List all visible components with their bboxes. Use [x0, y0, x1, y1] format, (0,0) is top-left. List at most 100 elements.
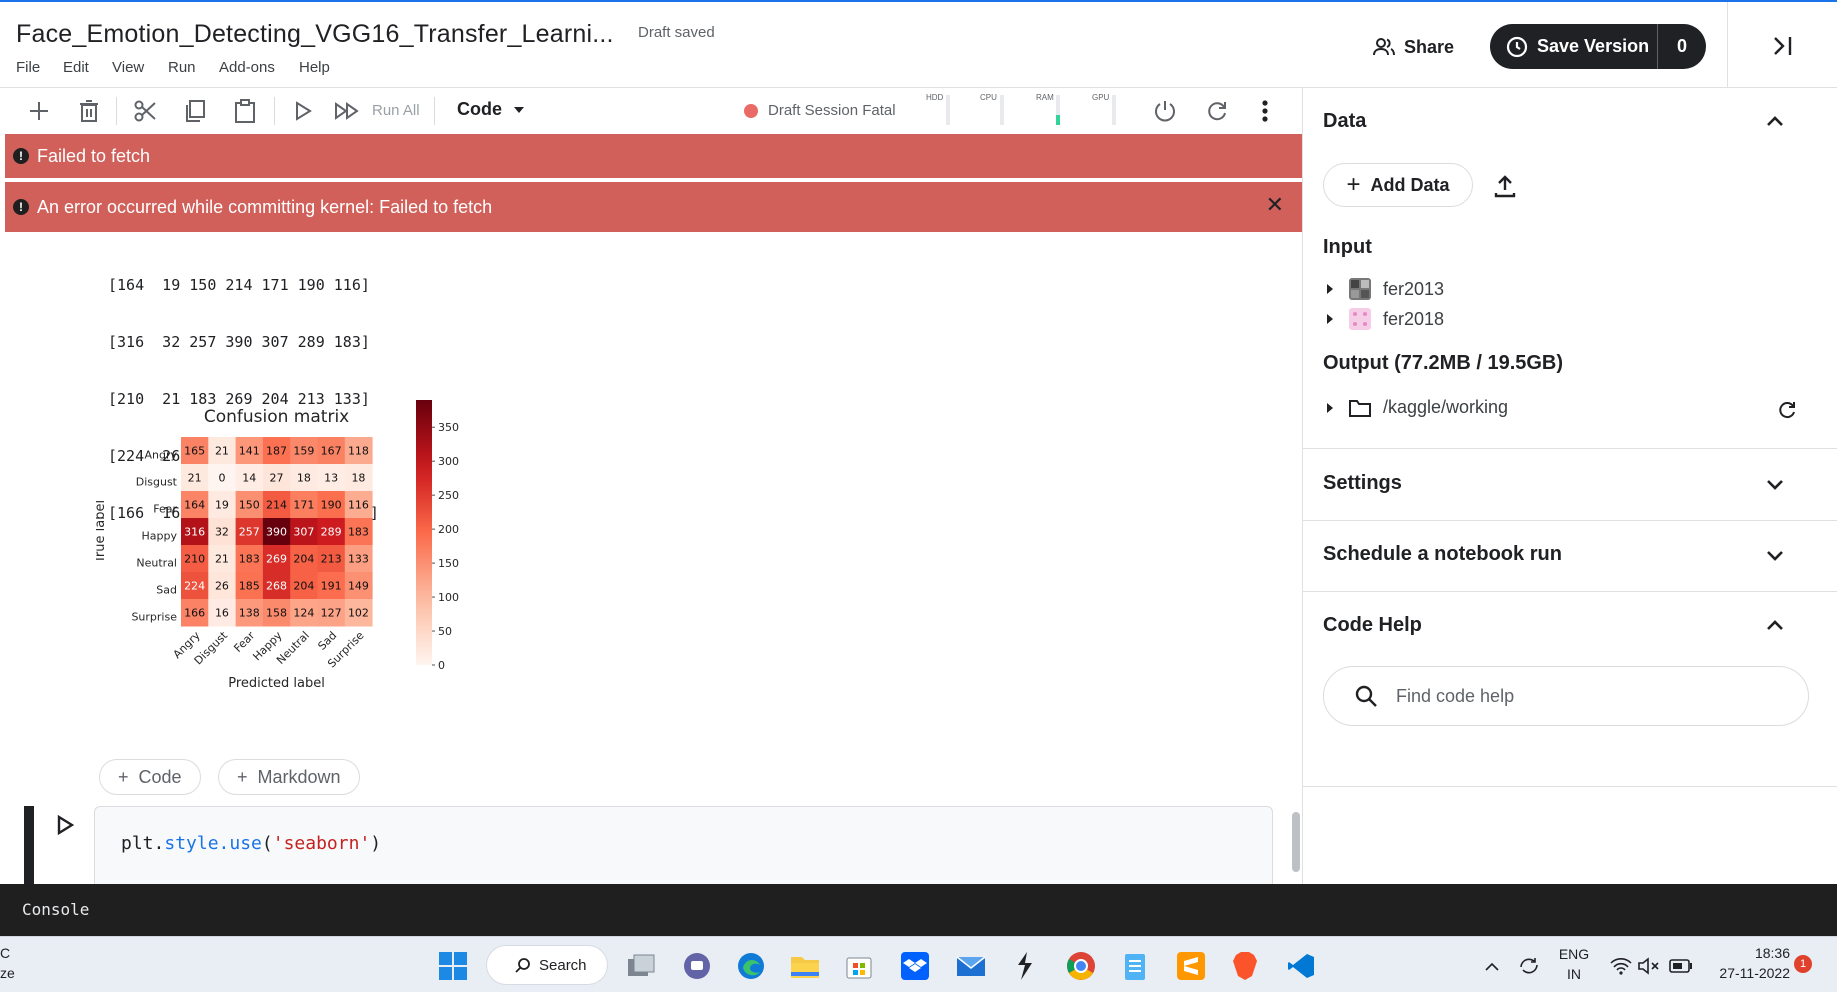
show-hidden-icons[interactable]: [1482, 949, 1502, 983]
notebook-header: Face_Emotion_Detecting_VGG16_Transfer_Le…: [0, 0, 1837, 90]
save-version-label: Save Version: [1537, 36, 1650, 56]
run-all-label[interactable]: Run All: [372, 102, 420, 119]
microsoft-store-icon[interactable]: [842, 949, 876, 983]
menu-add-ons[interactable]: Add-ons: [219, 59, 275, 76]
output-item-working[interactable]: /kaggle/working: [1327, 397, 1508, 418]
mail-icon[interactable]: [954, 949, 988, 983]
chevron-down-icon[interactable]: [1763, 472, 1787, 496]
input-item-fer2018[interactable]: fer2018: [1327, 308, 1444, 330]
plus-icon: +: [1346, 171, 1361, 198]
clock-date[interactable]: 27-11-2022: [1700, 965, 1790, 981]
session-status[interactable]: Draft Session Fatal: [744, 102, 896, 119]
volume-muted-icon[interactable]: [1632, 949, 1666, 983]
notepad-icon[interactable]: [1118, 949, 1152, 983]
clock-time[interactable]: 18:36: [1700, 945, 1790, 961]
heatmap-value-label: 213: [321, 553, 342, 566]
menu-run[interactable]: Run: [168, 59, 196, 76]
add-code-cell-button[interactable]: + Code: [99, 759, 201, 795]
notebook-scrollbar[interactable]: [1292, 812, 1300, 872]
heatmap-value-label: 124: [293, 607, 314, 620]
heatmap-value-label: 138: [239, 607, 260, 620]
code-cell-editor[interactable]: plt.style.use('seaborn'): [94, 806, 1273, 884]
input-heading: Input: [1323, 236, 1372, 258]
sublime-text-icon[interactable]: [1174, 949, 1208, 983]
battery-icon[interactable]: [1664, 949, 1698, 983]
input-item-fer2013[interactable]: fer2013: [1327, 278, 1444, 300]
search-icon: [1355, 685, 1377, 707]
notebook-toolbar: Run All Code Draft Session Fatal HDD CPU…: [0, 88, 1302, 132]
cpu-meter: CPU: [980, 93, 1010, 127]
collapse-right-icon: [1773, 37, 1791, 55]
start-icon[interactable]: [436, 949, 470, 983]
notification-badge[interactable]: 1: [1794, 955, 1812, 973]
heatmap-value-label: 149: [348, 580, 369, 593]
sync-icon[interactable]: [1512, 949, 1546, 983]
edge-browser-icon[interactable]: [734, 949, 768, 983]
output-heading: Output (77.2MB / 19.5GB): [1323, 352, 1564, 374]
share-button[interactable]: Share: [1372, 30, 1454, 64]
run-cell-button[interactable]: [56, 814, 76, 839]
chrome-icon[interactable]: [1064, 949, 1098, 983]
code-line[interactable]: plt.style.use('seaborn'): [121, 833, 381, 854]
heatmap-value-label: 133: [348, 553, 369, 566]
heatmap-value-label: 164: [184, 499, 205, 512]
add-cell-icon[interactable]: [26, 98, 52, 124]
language-indicator[interactable]: ENG: [1554, 946, 1594, 962]
code-help-placeholder: Find code help: [1396, 685, 1515, 706]
taskbar-edge-text: C: [0, 945, 11, 961]
unity-app-icon[interactable]: [1008, 949, 1042, 983]
colorbar-tick-label: 0: [438, 659, 445, 672]
schedule-heading[interactable]: Schedule a notebook run: [1323, 543, 1562, 566]
cell-type-select[interactable]: Code: [457, 99, 524, 120]
y-tick-label: Neutral: [136, 557, 177, 570]
settings-heading[interactable]: Settings: [1323, 472, 1402, 495]
kernel-error-text: An error occurred while committing kerne…: [37, 196, 493, 217]
add-data-button[interactable]: + Add Data: [1323, 163, 1473, 207]
colorbar-tick-label: 200: [438, 523, 459, 536]
menu-edit[interactable]: Edit: [63, 59, 89, 76]
chevron-down-icon[interactable]: [1763, 543, 1787, 567]
version-count[interactable]: 0: [1658, 36, 1706, 57]
code-help-search-input[interactable]: Find code help: [1323, 666, 1809, 726]
run-all-icon[interactable]: [334, 98, 360, 124]
more-options-icon[interactable]: [1252, 98, 1278, 124]
expand-icon: [1327, 314, 1333, 324]
copy-icon[interactable]: [182, 98, 208, 124]
task-view-icon[interactable]: [624, 949, 658, 983]
menu-file[interactable]: File: [16, 59, 40, 76]
vscode-icon[interactable]: [1284, 949, 1318, 983]
save-version-button[interactable]: Save Version 0: [1490, 24, 1706, 69]
cut-icon[interactable]: [132, 98, 158, 124]
notebook-title[interactable]: Face_Emotion_Detecting_VGG16_Transfer_Le…: [16, 20, 614, 49]
play-icon: [57, 814, 75, 836]
close-icon[interactable]: ✕: [1266, 192, 1284, 218]
refresh-icon[interactable]: [1777, 400, 1797, 420]
file-explorer-icon[interactable]: [788, 949, 822, 983]
add-markdown-cell-button[interactable]: + Markdown: [218, 759, 360, 795]
x-tick-label: Sad: [315, 629, 339, 653]
dropbox-icon[interactable]: [898, 949, 932, 983]
menu-help[interactable]: Help: [299, 59, 330, 76]
fetch-error-text: Failed to fetch: [37, 145, 151, 166]
hdd-meter: HDD: [926, 93, 956, 127]
menu-view[interactable]: View: [112, 59, 144, 76]
run-cell-icon[interactable]: [290, 98, 316, 124]
teams-chat-icon[interactable]: [680, 949, 714, 983]
taskbar-search-button[interactable]: Search: [486, 945, 608, 985]
power-icon[interactable]: [1152, 98, 1178, 124]
windows-taskbar: C ze Search ENG IN 18:36 27-11-2022 1: [0, 936, 1837, 992]
restart-icon[interactable]: [1204, 98, 1230, 124]
chevron-up-icon[interactable]: [1763, 110, 1787, 134]
brave-browser-icon[interactable]: [1228, 949, 1262, 983]
paste-icon[interactable]: [232, 98, 258, 124]
y-axis-label: True label: [96, 500, 108, 564]
delete-icon[interactable]: [76, 98, 102, 124]
upload-icon[interactable]: [1493, 174, 1517, 198]
code-help-heading[interactable]: Code Help: [1323, 614, 1422, 637]
chevron-up-icon[interactable]: [1763, 614, 1787, 638]
heatmap-value-label: 165: [184, 445, 205, 458]
plus-icon: +: [118, 766, 129, 787]
language-region[interactable]: IN: [1554, 966, 1594, 982]
console-bar[interactable]: Console: [0, 884, 1837, 936]
collapse-panel-button[interactable]: [1727, 2, 1837, 90]
